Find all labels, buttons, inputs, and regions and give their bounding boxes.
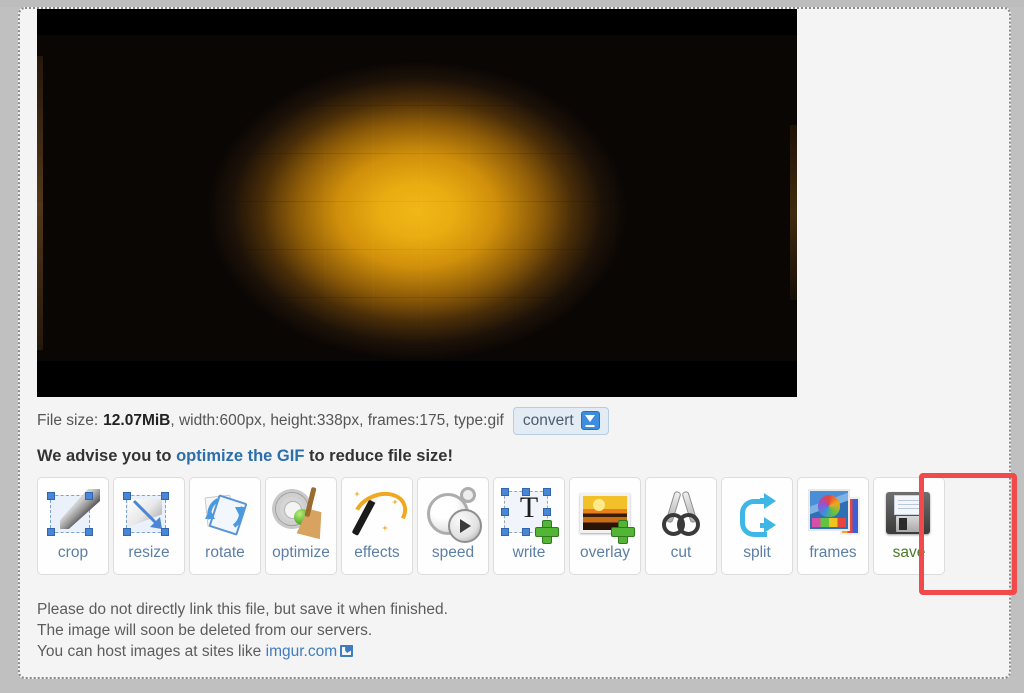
gif-editor-panel: File size: 12.07MiB , width: 600px , hei… (18, 7, 1017, 679)
download-arrow-icon (580, 411, 600, 430)
tool-label-cut: cut (670, 544, 692, 561)
tool-split[interactable]: split (721, 477, 793, 575)
speed-stopwatch-icon (424, 485, 482, 543)
editor-toolbar: crop resize rotate optimize effects spee… (37, 477, 949, 575)
effects-wand-icon (346, 484, 414, 544)
rotate-icon (196, 485, 254, 543)
gif-preview-image[interactable] (37, 9, 797, 397)
tool-label-write: write (512, 544, 546, 561)
type-label: , type: (445, 412, 488, 429)
height-value: 338px (316, 412, 360, 429)
convert-button[interactable]: convert (512, 407, 609, 435)
resize-icon (120, 485, 178, 543)
tool-label-frames: frames (809, 544, 857, 561)
file-size-value: 12.07MiB (103, 412, 171, 429)
tool-crop[interactable]: crop (37, 477, 109, 575)
tool-rotate[interactable]: rotate (189, 477, 261, 575)
tool-label-effects: effects (354, 544, 400, 561)
imgur-link[interactable]: imgur.com (266, 643, 338, 660)
tool-save[interactable]: save (873, 477, 945, 575)
width-label: , width: (170, 412, 220, 429)
tool-label-rotate: rotate (205, 544, 245, 561)
tool-overlay[interactable]: overlay (569, 477, 641, 575)
floppy-disk-icon (880, 485, 938, 543)
advise-prefix: We advise you to (37, 447, 177, 465)
tool-label-overlay: overlay (580, 544, 630, 561)
frames-value: 175 (419, 412, 446, 429)
tool-label-split: split (743, 544, 771, 561)
tool-frames[interactable]: frames (797, 477, 869, 575)
overlay-image-icon (576, 485, 635, 544)
tool-label-optimize: optimize (272, 544, 330, 561)
tool-label-resize: resize (128, 544, 170, 561)
type-value: gif (487, 412, 504, 429)
footer-line-3-prefix: You can host images at sites like (37, 643, 266, 660)
top-page-strip (0, 0, 1024, 7)
tool-label-crop: crop (57, 544, 89, 561)
height-label: , height: (261, 412, 317, 429)
add-plus-icon (611, 520, 635, 544)
tool-write[interactable]: T write (493, 477, 565, 575)
external-link-icon (340, 645, 354, 657)
pixelation-overlay (37, 9, 797, 397)
crop-icon (44, 485, 102, 543)
rotate-arrows-icon (205, 498, 245, 528)
write-text-icon: T (500, 485, 559, 544)
footer-line-3: You can host images at sites like imgur.… (37, 641, 448, 662)
tool-effects[interactable]: effects (341, 477, 414, 575)
resize-arrow-icon (132, 499, 162, 529)
tool-label-speed: speed (431, 544, 475, 561)
file-meta-row: File size: 12.07MiB , width: 600px , hei… (37, 407, 609, 435)
optimize-icon (272, 485, 330, 543)
file-size-label: File size: (37, 412, 99, 429)
advise-message: We advise you to optimize the GIF to red… (37, 447, 453, 466)
add-plus-icon (535, 520, 559, 544)
tool-cut[interactable]: cut (645, 477, 717, 575)
width-value: 600px (219, 412, 262, 429)
frames-images-icon (804, 485, 862, 543)
advise-suffix: to reduce file size! (304, 447, 453, 465)
footer-notes: Please do not directly link this file, b… (37, 599, 448, 662)
optimize-gif-link[interactable]: optimize the GIF (176, 447, 304, 465)
letterbox-top (37, 9, 797, 35)
tool-resize[interactable]: resize (113, 477, 185, 575)
frames-label: , frames: (359, 412, 420, 429)
footer-line-1: Please do not directly link this file, b… (37, 601, 448, 618)
tool-optimize[interactable]: optimize (265, 477, 337, 575)
convert-button-label: convert (522, 411, 574, 429)
footer-line-2: The image will soon be deleted from our … (37, 622, 373, 639)
tool-label-save: save (892, 544, 926, 561)
split-arrows-icon (728, 485, 786, 543)
scissors-icon (652, 485, 710, 543)
tool-speed[interactable]: speed (417, 477, 489, 575)
letterbox-bottom (37, 361, 797, 397)
gif-preview-container[interactable] (37, 9, 797, 397)
